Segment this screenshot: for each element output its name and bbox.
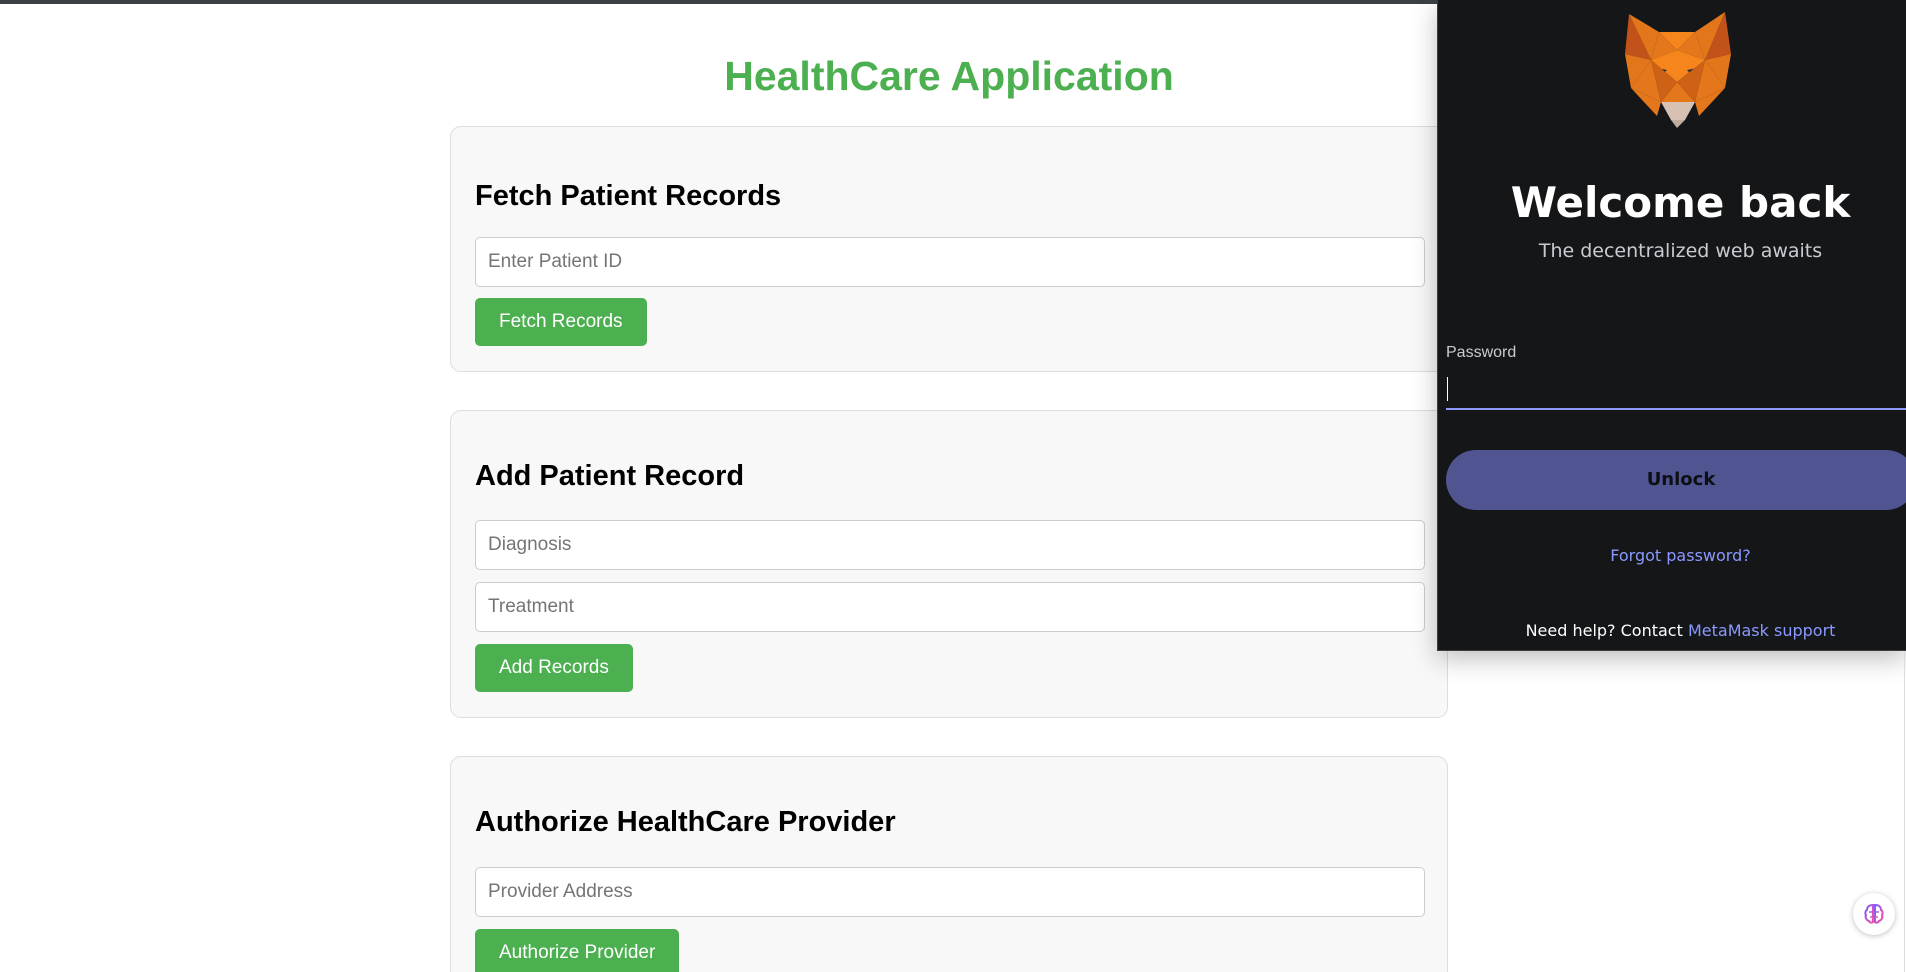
authorize-provider-button[interactable]: Authorize Provider <box>475 929 680 972</box>
metamask-support-link[interactable]: MetaMask support <box>1688 621 1835 640</box>
assistant-floating-button[interactable] <box>1853 893 1895 935</box>
help-text: Need help? Contact MetaMask support <box>1438 621 1906 640</box>
text-caret <box>1447 377 1448 401</box>
patient-id-input[interactable] <box>475 237 1425 287</box>
metamask-welcome-title: Welcome back <box>1510 178 1851 227</box>
add-records-button[interactable]: Add Records <box>475 644 633 692</box>
fetch-records-heading: Fetch Patient Records <box>475 180 782 212</box>
add-record-heading: Add Patient Record <box>475 460 745 492</box>
password-label: Password <box>1446 344 1517 361</box>
unlock-button[interactable]: Unlock <box>1446 450 1906 510</box>
fetch-records-button[interactable]: Fetch Records <box>475 298 647 346</box>
add-record-card: Add Patient Record Add Records <box>450 410 1448 718</box>
help-prefix: Need help? Contact <box>1525 621 1688 640</box>
metamask-subtitle: The decentralized web awaits <box>1538 240 1823 262</box>
window-edge <box>1904 651 1905 972</box>
metamask-unlock-popup: Welcome back The decentralized web await… <box>1437 0 1906 651</box>
provider-address-input[interactable] <box>475 867 1425 917</box>
authorize-provider-card: Authorize HealthCare Provider Authorize … <box>450 756 1448 972</box>
diagnosis-input[interactable] <box>475 520 1425 570</box>
brain-icon <box>1864 903 1884 924</box>
authorize-provider-heading: Authorize HealthCare Provider <box>475 806 896 838</box>
password-input[interactable] <box>1446 372 1906 410</box>
metamask-fox-icon <box>1625 12 1731 128</box>
treatment-input[interactable] <box>475 582 1425 632</box>
fetch-records-card: Fetch Patient Records Fetch Records <box>450 126 1448 372</box>
forgot-password-link[interactable]: Forgot password? <box>1438 546 1906 565</box>
